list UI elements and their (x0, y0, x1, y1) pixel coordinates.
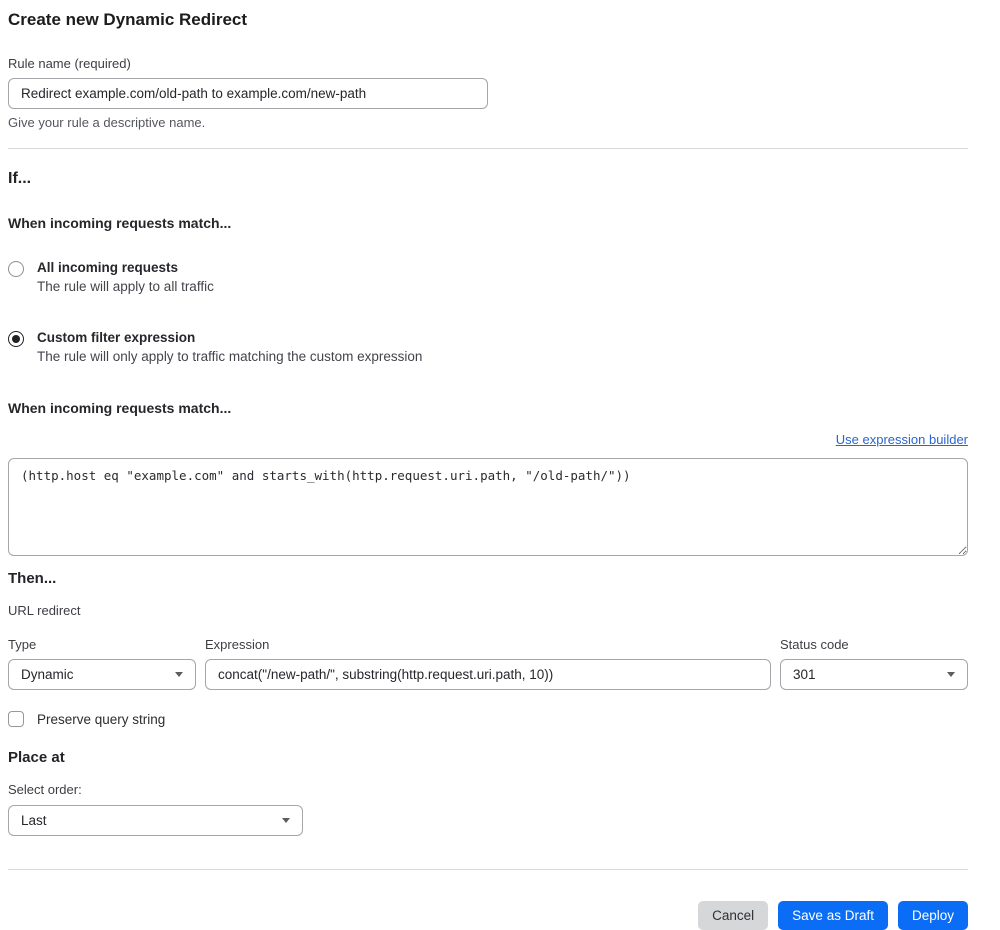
status-code-label: Status code (780, 637, 849, 652)
preserve-query-row[interactable]: Preserve query string (8, 711, 968, 727)
deploy-button[interactable]: Deploy (897, 901, 968, 930)
status-code-select[interactable]: 301 (780, 659, 968, 690)
order-select-value: Last (21, 813, 47, 828)
order-select[interactable]: Last (8, 805, 303, 836)
redirect-expression-input[interactable] (205, 659, 771, 690)
cancel-button[interactable]: Cancel (698, 901, 769, 930)
chevron-down-icon (175, 672, 183, 677)
page-title: Create new Dynamic Redirect (8, 10, 248, 29)
radio-all-requests-label: All incoming requests (37, 260, 179, 275)
type-select[interactable]: Dynamic (8, 659, 196, 690)
filter-expression-textarea[interactable]: (http.host eq "example.com" and starts_w… (8, 458, 968, 556)
chevron-down-icon (282, 818, 290, 823)
radio-all-requests-description: The rule will apply to all traffic (37, 279, 214, 294)
place-at-heading: Place at (8, 749, 65, 766)
type-select-value: Dynamic (21, 667, 74, 682)
use-expression-builder-link[interactable]: Use expression builder (836, 432, 968, 447)
status-code-select-value: 301 (793, 667, 816, 682)
preserve-query-checkbox[interactable] (8, 711, 24, 727)
rule-name-input[interactable] (8, 78, 488, 109)
select-order-label: Select order: (8, 782, 82, 797)
if-heading: If... (8, 170, 32, 187)
rule-name-label: Rule name (required) (8, 56, 131, 71)
builder-link-row: Use expression builder (8, 431, 968, 449)
expression-heading: When incoming requests match... (8, 400, 232, 416)
action-label: URL redirect (8, 603, 81, 618)
radio-custom-filter-label: Custom filter expression (37, 330, 196, 345)
rule-name-help: Give your rule a descriptive name. (8, 115, 206, 130)
save-as-draft-button[interactable]: Save as Draft (778, 901, 888, 930)
radio-custom-filter-description: The rule will only apply to traffic matc… (37, 349, 423, 364)
expression-label: Expression (205, 637, 270, 652)
preserve-query-label: Preserve query string (37, 711, 166, 727)
match-heading: When incoming requests match... (8, 215, 232, 231)
radio-option-custom-filter[interactable]: Custom filter expression The rule will o… (8, 330, 968, 364)
chevron-down-icon (947, 672, 955, 677)
section-divider (8, 148, 968, 149)
radio-all-requests[interactable] (8, 261, 24, 277)
then-heading: Then... (8, 570, 57, 587)
footer-actions: Cancel Save as Draft Deploy (8, 901, 968, 930)
radio-custom-filter[interactable] (8, 331, 24, 347)
footer-divider (8, 869, 968, 870)
type-label: Type (8, 637, 37, 652)
redirect-fields-row: Type Dynamic Expression Status code 301 (8, 637, 968, 690)
radio-option-all-requests[interactable]: All incoming requests The rule will appl… (8, 260, 968, 294)
